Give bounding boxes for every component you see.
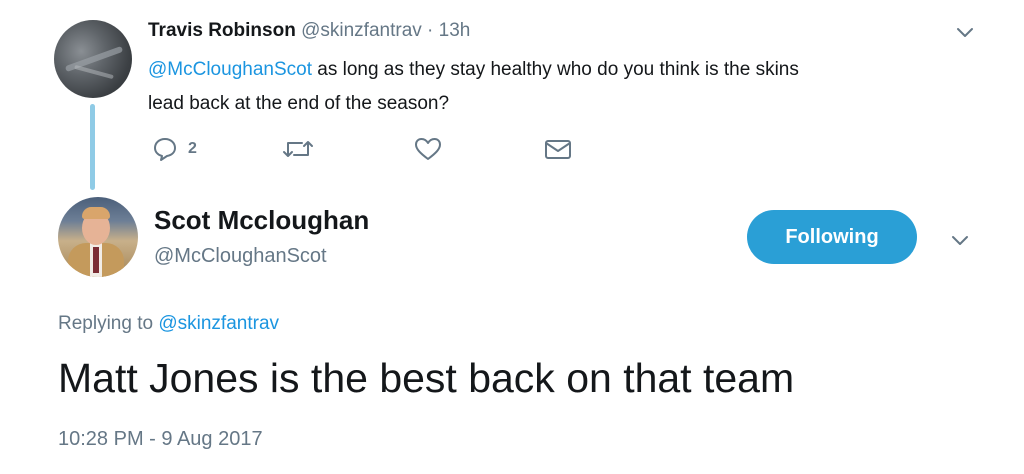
like-icon xyxy=(414,136,442,162)
main-chevron-down-icon[interactable] xyxy=(948,228,972,252)
parent-author-avatar[interactable] xyxy=(54,20,132,98)
following-button[interactable]: Following xyxy=(747,210,917,264)
message-icon xyxy=(544,136,572,162)
parent-tweet-actions: 2 xyxy=(0,136,1024,166)
header-separator: · xyxy=(427,20,434,41)
reply-action[interactable]: 2 xyxy=(152,136,197,162)
main-author-avatar[interactable] xyxy=(58,197,138,277)
message-action[interactable] xyxy=(544,136,572,162)
parent-chevron-down-icon[interactable] xyxy=(953,20,977,44)
parent-tweet-time[interactable]: 13h xyxy=(439,20,471,41)
replying-to-mention[interactable]: @skinzfantrav xyxy=(158,313,279,334)
replying-to-line: Replying to @skinzfantrav xyxy=(58,313,279,335)
replying-prefix: Replying to xyxy=(58,313,159,334)
main-author-handle[interactable]: @McCloughanScot xyxy=(154,245,327,268)
parent-author-handle[interactable]: @skinzfantrav xyxy=(301,20,422,41)
main-author-name[interactable]: Scot Mccloughan xyxy=(154,205,369,236)
parent-tweet-text-line1: as long as they stay healthy who do you … xyxy=(311,59,799,80)
main-tweet-text: Matt Jones is the best back on that team xyxy=(58,355,795,401)
parent-tweet-mention[interactable]: @McCloughanScot xyxy=(148,59,312,80)
retweet-icon xyxy=(282,136,314,162)
reply-icon xyxy=(152,136,178,162)
parent-tweet-text: @McCloughanScot as long as they stay hea… xyxy=(148,53,948,121)
retweet-action[interactable] xyxy=(282,136,314,162)
parent-tweet-header: Travis Robinson @skinzfantrav · 13h xyxy=(148,20,470,42)
parent-tweet-text-line2: lead back at the end of the season? xyxy=(148,93,450,114)
tweet-timestamp[interactable]: 10:28 PM - 9 Aug 2017 xyxy=(58,428,263,451)
parent-author-name[interactable]: Travis Robinson xyxy=(148,20,296,41)
like-action[interactable] xyxy=(414,136,442,162)
reply-count: 2 xyxy=(188,140,197,157)
